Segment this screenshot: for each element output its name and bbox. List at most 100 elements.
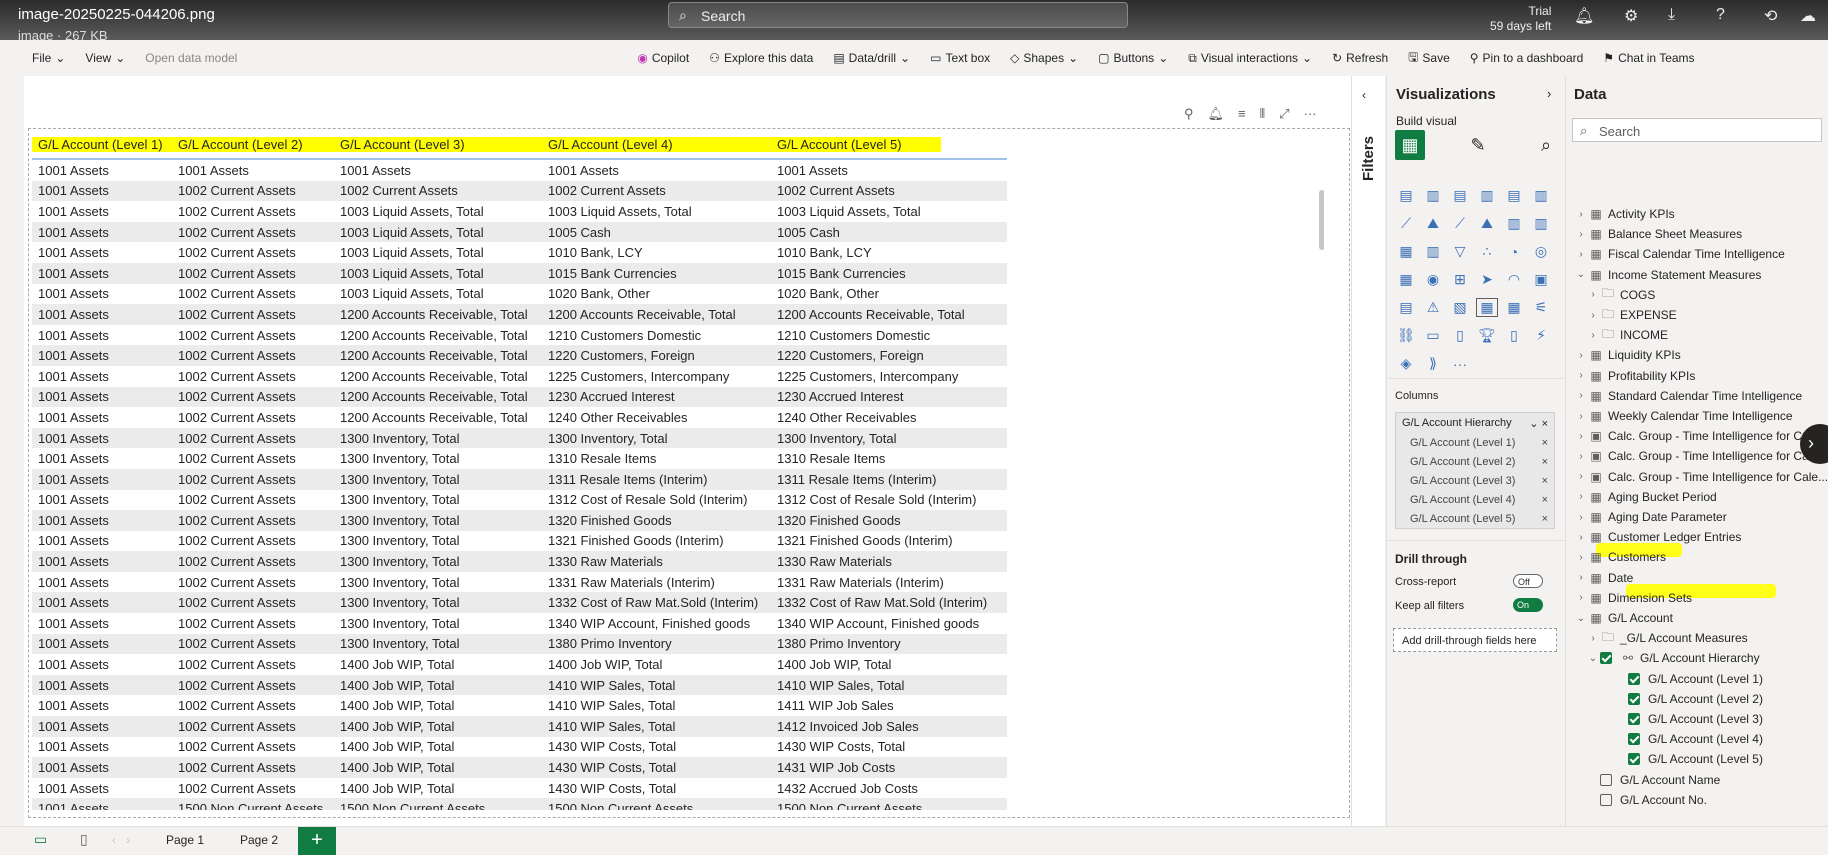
data-field-item[interactable]: › ▦ Activity KPIs <box>1574 204 1674 224</box>
prev-page-icon[interactable]: ‹ <box>112 833 116 847</box>
share-icon[interactable]: ⟲ <box>1764 6 1777 26</box>
well-field-item[interactable]: G/L Account (Level 3) × <box>1396 471 1554 490</box>
chevron-right-icon[interactable]: › <box>1574 209 1588 220</box>
data-field-item[interactable]: › ▦ Fiscal Calendar Time Intelligence <box>1574 244 1784 264</box>
data-field-item[interactable]: › 🗀 _G/L Account Measures <box>1586 628 1747 648</box>
visual-type-icon[interactable]: ⟋ <box>1395 214 1417 233</box>
table-row[interactable]: 1001 Assets 1002 Current Assets 1400 Job W… <box>32 778 1007 799</box>
visual-type-icon[interactable]: ⛰ <box>1422 214 1444 233</box>
data-field-item[interactable]: › ▦ Aging Date Parameter <box>1574 507 1726 527</box>
data-field-item[interactable]: ⌄ ⚯ G/L Account Hierarchy <box>1586 648 1760 668</box>
remove-field-icon[interactable]: × <box>1542 437 1548 449</box>
table-row[interactable]: 1001 Assets 1002 Current Assets 1300 Inven… <box>32 592 1007 614</box>
column-header[interactable]: G/L Account (Level 3) <box>334 136 542 152</box>
analytics-tab-icon[interactable]: ⌕ <box>1531 130 1561 160</box>
chevron-right-icon[interactable]: › <box>1574 249 1588 260</box>
table-row[interactable]: 1001 Assets 1002 Current Assets 1003 Liqui… <box>32 284 1007 305</box>
more-visuals-icon[interactable]: ··· <box>1449 354 1471 373</box>
chevron-right-icon[interactable]: › <box>1586 330 1600 341</box>
table-row[interactable]: 1001 Assets 1002 Current Assets 1400 Job W… <box>32 674 1007 696</box>
field-checkbox[interactable] <box>1600 773 1612 786</box>
menu-file[interactable]: File ⌄ <box>32 51 65 65</box>
chevron-right-icon[interactable]: › <box>1574 512 1588 523</box>
textbox-button[interactable]: ▭ Text box <box>930 51 990 65</box>
table-row[interactable]: 1001 Assets 1002 Current Assets 1400 Job W… <box>32 716 1007 737</box>
visual-type-icon[interactable]: ▦ <box>1395 242 1417 261</box>
data-field-item[interactable]: › 🗀 INCOME <box>1586 325 1668 345</box>
chevron-right-icon[interactable]: › <box>1574 451 1588 462</box>
table-row[interactable]: 1001 Assets 1002 Current Assets 1400 Job W… <box>32 654 1007 675</box>
column-header[interactable]: G/L Account (Level 4) <box>542 136 771 152</box>
teams-button[interactable]: ⚑ Chat in Teams <box>1603 51 1694 65</box>
visual-type-icon[interactable]: ▥ <box>1422 242 1444 261</box>
chevron-right-icon[interactable]: › <box>1574 532 1588 543</box>
table-row[interactable]: 1001 Assets 1500 Non Current Assets 1500 N… <box>32 798 1007 810</box>
chevron-down-icon[interactable]: ⌄ <box>1574 613 1588 624</box>
visual-type-icon[interactable]: ▤ <box>1503 186 1525 205</box>
visual-type-icon[interactable]: ⊞ <box>1449 270 1471 289</box>
table-row[interactable]: 1001 Assets 1002 Current Assets 1300 Inven… <box>32 490 1007 511</box>
visual-type-icon[interactable]: ▥ <box>1422 186 1444 205</box>
table-row[interactable]: 1001 Assets 1002 Current Assets 1300 Inven… <box>32 510 1007 531</box>
alert-icon[interactable]: 🔔︎ <box>1208 106 1225 122</box>
visual-type-icon[interactable]: ▥ <box>1530 214 1552 233</box>
well-field-item[interactable]: G/L Account (Level 2) × <box>1396 452 1554 471</box>
visual-type-icon[interactable]: ⚡︎ <box>1530 326 1552 345</box>
filters-pane[interactable]: ‹ Filters <box>1351 76 1385 826</box>
data-field-item[interactable]: › ▦ Dimension Sets <box>1574 588 1692 608</box>
well-field-item[interactable]: G/L Account (Level 1) × <box>1396 433 1554 452</box>
column-header[interactable]: G/L Account (Level 1) <box>32 136 172 152</box>
visual-type-icon[interactable]: ⛓ <box>1395 326 1417 345</box>
data-field-item[interactable]: G/L Account (Level 1) <box>1614 669 1763 689</box>
table-row[interactable]: 1001 Assets 1002 Current Assets 1300 Inven… <box>32 448 1007 469</box>
data-field-item[interactable]: › ▦ Customers <box>1574 547 1666 567</box>
filter-icon[interactable]: ≡ <box>1238 106 1246 122</box>
shapes-button[interactable]: ◇ Shapes ⌄ <box>1010 51 1078 65</box>
page-tab-2[interactable]: Page 2 <box>240 833 278 847</box>
data-field-item[interactable]: › ▦ Profitability KPIs <box>1574 366 1695 386</box>
visual-type-icon[interactable]: ◔ <box>1503 242 1525 261</box>
global-search-input[interactable]: ⌕ Search <box>668 2 1128 28</box>
field-checkbox[interactable] <box>1628 672 1640 685</box>
visual-type-icon[interactable]: ▤ <box>1395 186 1417 205</box>
data-field-item[interactable]: › ▣ Calc. Group - Time Intelligence for Ca… <box>1574 426 1821 446</box>
remove-field-icon[interactable]: × <box>1542 513 1548 525</box>
well-field-item[interactable]: G/L Account (Level 4) × <box>1396 490 1554 509</box>
data-field-item[interactable]: › ▦ Liquidity KPIs <box>1574 345 1680 365</box>
remove-field-icon[interactable]: × <box>1542 475 1548 487</box>
visual-type-icon[interactable]: ▤ <box>1395 298 1417 317</box>
mobile-layout-icon[interactable]: ▯ <box>80 831 88 848</box>
buttons-button[interactable]: ▢ Buttons ⌄ <box>1098 51 1168 65</box>
chevron-right-icon[interactable]: › <box>1586 289 1600 300</box>
data-field-item[interactable]: › ▦ Balance Sheet Measures <box>1574 224 1742 244</box>
table-row[interactable]: 1001 Assets 1002 Current Assets 1200 Accou… <box>32 304 1007 325</box>
field-checkbox[interactable] <box>1600 793 1612 806</box>
data-field-item[interactable]: › ▣ Calc. Group - Time Intelligence for Ca… <box>1574 467 1828 487</box>
drill-mode-icon[interactable]: ⫴ <box>1260 106 1265 122</box>
copilot-button[interactable]: ◉ Copilot <box>637 51 689 65</box>
table-row[interactable]: 1001 Assets 1002 Current Assets 1400 Job W… <box>32 757 1007 778</box>
table-row[interactable]: 1001 Assets 1002 Current Assets 1200 Accou… <box>32 386 1007 408</box>
focus-mode-icon[interactable]: ⤢ <box>1279 106 1289 122</box>
chevron-right-icon[interactable]: › <box>1574 471 1588 482</box>
remove-field-icon[interactable]: × <box>1542 456 1548 468</box>
chevron-right-icon[interactable]: › <box>1586 310 1600 321</box>
table-row[interactable]: 1001 Assets 1002 Current Assets 1002 Curre… <box>32 180 1007 202</box>
pin-visual-icon[interactable]: ⚲ <box>1184 106 1194 122</box>
table-row[interactable]: 1001 Assets 1002 Current Assets 1400 Job W… <box>32 695 1007 716</box>
visual-type-icon[interactable]: 🏆︎ <box>1476 326 1498 345</box>
bell-icon[interactable]: 🔔︎ <box>1574 6 1594 26</box>
visual-type-icon[interactable]: ⚠ <box>1422 298 1444 317</box>
table-visual[interactable]: G/L Account (Level 1) G/L Account (Level… <box>32 130 1324 810</box>
visual-interactions-button[interactable]: ⧉ Visual interactions ⌄ <box>1188 51 1312 66</box>
cloud-upload-icon[interactable]: ☁ <box>1800 6 1816 26</box>
download-icon[interactable]: ⤓ <box>1668 6 1675 24</box>
table-row[interactable]: 1001 Assets 1002 Current Assets 1300 Inven… <box>32 633 1007 655</box>
table-row[interactable]: 1001 Assets 1002 Current Assets 1200 Accou… <box>32 366 1007 387</box>
remove-field-icon[interactable]: × <box>1542 494 1548 506</box>
data-field-item[interactable]: G/L Account (Level 5) <box>1614 749 1763 769</box>
chevron-right-icon[interactable]: › <box>1574 572 1588 583</box>
table-row[interactable]: 1001 Assets 1002 Current Assets 1300 Inven… <box>32 427 1007 449</box>
visual-type-icon[interactable]: ▧ <box>1449 298 1471 317</box>
visual-type-icon[interactable]: ◎ <box>1530 242 1552 261</box>
